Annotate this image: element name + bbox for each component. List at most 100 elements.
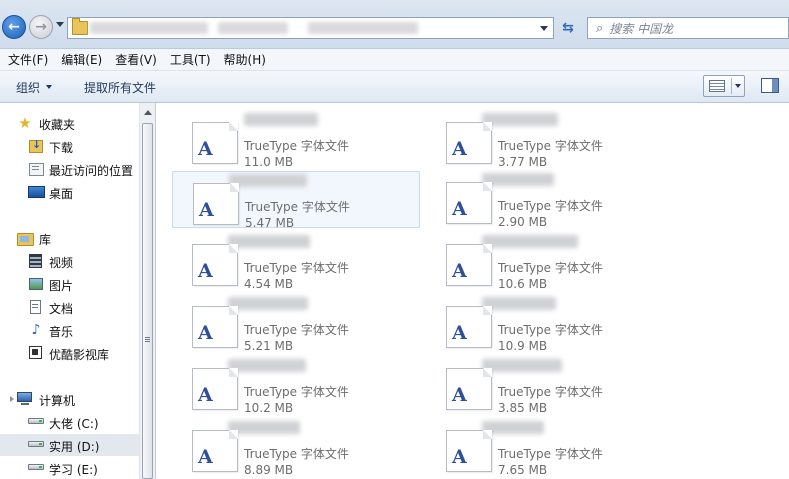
search-placeholder: 搜索 中国龙: [609, 21, 674, 36]
nav-label: 音乐: [49, 325, 74, 339]
font-file-icon: A: [192, 244, 238, 286]
nav-drive-d[interactable]: 实用 (D:): [0, 434, 139, 456]
font-glyph: A: [198, 446, 213, 468]
file-item[interactable]: A TrueType 字体文件 10.2 MB: [172, 357, 420, 415]
search-input[interactable]: ⌕ 搜索 中国龙: [587, 17, 789, 39]
forward-button[interactable]: →: [29, 15, 53, 39]
file-size: 8.89 MB: [244, 463, 294, 477]
nav-documents[interactable]: 文档: [0, 296, 139, 318]
file-item[interactable]: A TrueType 字体文件 7.65 MB: [426, 419, 674, 477]
redacted-file-name: [482, 359, 562, 372]
change-view-button[interactable]: [703, 75, 745, 97]
file-item[interactable]: A TrueType 字体文件 11.0 MB: [172, 111, 420, 169]
navigation-scrollbar[interactable]: [139, 103, 156, 479]
menu-file[interactable]: 文件(F): [8, 51, 48, 68]
hard-drive-icon: [28, 412, 44, 428]
file-size: 10.6 MB: [498, 277, 548, 291]
redacted-file-name: [482, 297, 556, 310]
nav-computer[interactable]: 计算机: [0, 388, 139, 410]
folder-icon: [72, 18, 88, 35]
file-size: 10.9 MB: [498, 339, 548, 353]
font-glyph: A: [199, 199, 214, 221]
file-item[interactable]: A TrueType 字体文件 4.54 MB: [172, 233, 420, 291]
address-path-box[interactable]: [67, 17, 554, 39]
scroll-thumb[interactable]: [142, 123, 153, 479]
nav-desktop[interactable]: 桌面: [0, 181, 139, 203]
hard-drive-icon: [28, 435, 44, 451]
nav-label: 下载: [49, 141, 74, 155]
video-library-icon: [28, 345, 44, 361]
arrow-left-icon: ←: [8, 19, 20, 35]
download-folder-icon: [28, 138, 44, 154]
nav-label: 收藏夹: [39, 118, 76, 132]
menu-edit[interactable]: 编辑(E): [61, 51, 102, 68]
nav-music[interactable]: ♪ 音乐: [0, 319, 139, 341]
divider: [731, 78, 732, 94]
redacted-file-name: [244, 113, 318, 126]
file-item[interactable]: A TrueType 字体文件 10.6 MB: [426, 233, 674, 291]
refresh-button[interactable]: ⇆: [557, 17, 579, 39]
menu-view[interactable]: 查看(V): [115, 51, 157, 68]
nav-drive-e[interactable]: 学习 (E:): [0, 457, 139, 479]
file-size: 10.2 MB: [244, 401, 294, 415]
nav-pictures[interactable]: 图片: [0, 273, 139, 295]
nav-videos[interactable]: 视频: [0, 250, 139, 272]
menu-tools[interactable]: 工具(T): [170, 51, 211, 68]
chevron-down-icon: [46, 85, 52, 89]
file-item-selected[interactable]: A TrueType 字体文件 5.47 MB: [172, 171, 420, 230]
redacted-file-name: [482, 235, 578, 248]
file-type: TrueType 字体文件: [498, 385, 603, 399]
nav-drive-c[interactable]: 大佬 (C:): [0, 411, 139, 433]
file-item[interactable]: A TrueType 字体文件 3.77 MB: [426, 111, 674, 169]
file-item[interactable]: A TrueType 字体文件 5.21 MB: [172, 295, 420, 353]
nav-downloads[interactable]: 下载: [0, 135, 139, 157]
file-item[interactable]: A TrueType 字体文件 10.9 MB: [426, 295, 674, 353]
back-button[interactable]: ←: [2, 15, 26, 39]
command-bar: 组织 提取所有文件: [0, 71, 789, 103]
nav-favorites[interactable]: ★ 收藏夹: [0, 112, 139, 134]
chevron-down-icon[interactable]: [540, 26, 548, 31]
file-type: TrueType 字体文件: [244, 323, 349, 337]
font-glyph: A: [452, 384, 467, 406]
font-glyph: A: [198, 384, 213, 406]
font-file-icon: A: [192, 122, 238, 164]
font-glyph: A: [198, 138, 213, 160]
star-icon: ★: [18, 114, 32, 132]
extract-all-button[interactable]: 提取所有文件: [84, 79, 156, 96]
nav-label: 文档: [49, 302, 74, 316]
file-size: 2.90 MB: [498, 215, 548, 229]
recent-pages-dropdown[interactable]: [56, 22, 64, 27]
font-file-icon: A: [446, 430, 492, 472]
nav-libraries[interactable]: 库: [0, 227, 139, 249]
grip-icon: [145, 337, 150, 338]
nav-recent-places[interactable]: 最近访问的位置: [0, 158, 139, 180]
file-size: 3.85 MB: [498, 401, 548, 415]
redacted-file-name: [228, 421, 300, 434]
font-glyph: A: [198, 322, 213, 344]
file-item[interactable]: A TrueType 字体文件 2.90 MB: [426, 171, 674, 229]
file-item[interactable]: A TrueType 字体文件 3.85 MB: [426, 357, 674, 415]
redacted-file-name: [229, 174, 307, 187]
preview-pane-button[interactable]: [761, 78, 779, 93]
font-file-icon: A: [446, 182, 492, 224]
nav-label: 图片: [49, 279, 74, 293]
nav-label: 计算机: [39, 394, 76, 408]
file-item[interactable]: A TrueType 字体文件 8.89 MB: [172, 419, 420, 477]
font-file-icon: A: [192, 306, 238, 348]
expand-arrow-icon[interactable]: [10, 396, 14, 402]
font-glyph: A: [452, 322, 467, 344]
file-type: TrueType 字体文件: [498, 139, 603, 153]
chevron-down-icon[interactable]: [735, 84, 741, 88]
font-file-icon: A: [446, 368, 492, 410]
redacted-file-name: [482, 173, 554, 186]
font-glyph: A: [452, 446, 467, 468]
menu-help[interactable]: 帮助(H): [224, 51, 266, 68]
font-glyph: A: [452, 260, 467, 282]
organize-button[interactable]: 组织: [16, 79, 40, 96]
file-size: 11.0 MB: [244, 155, 294, 169]
scroll-up-arrow-icon[interactable]: [144, 110, 152, 115]
redacted-file-name: [228, 297, 308, 310]
nav-label: 视频: [49, 256, 74, 270]
nav-youku-library[interactable]: 优酷影视库: [0, 342, 139, 364]
arrow-right-icon: →: [35, 19, 47, 35]
